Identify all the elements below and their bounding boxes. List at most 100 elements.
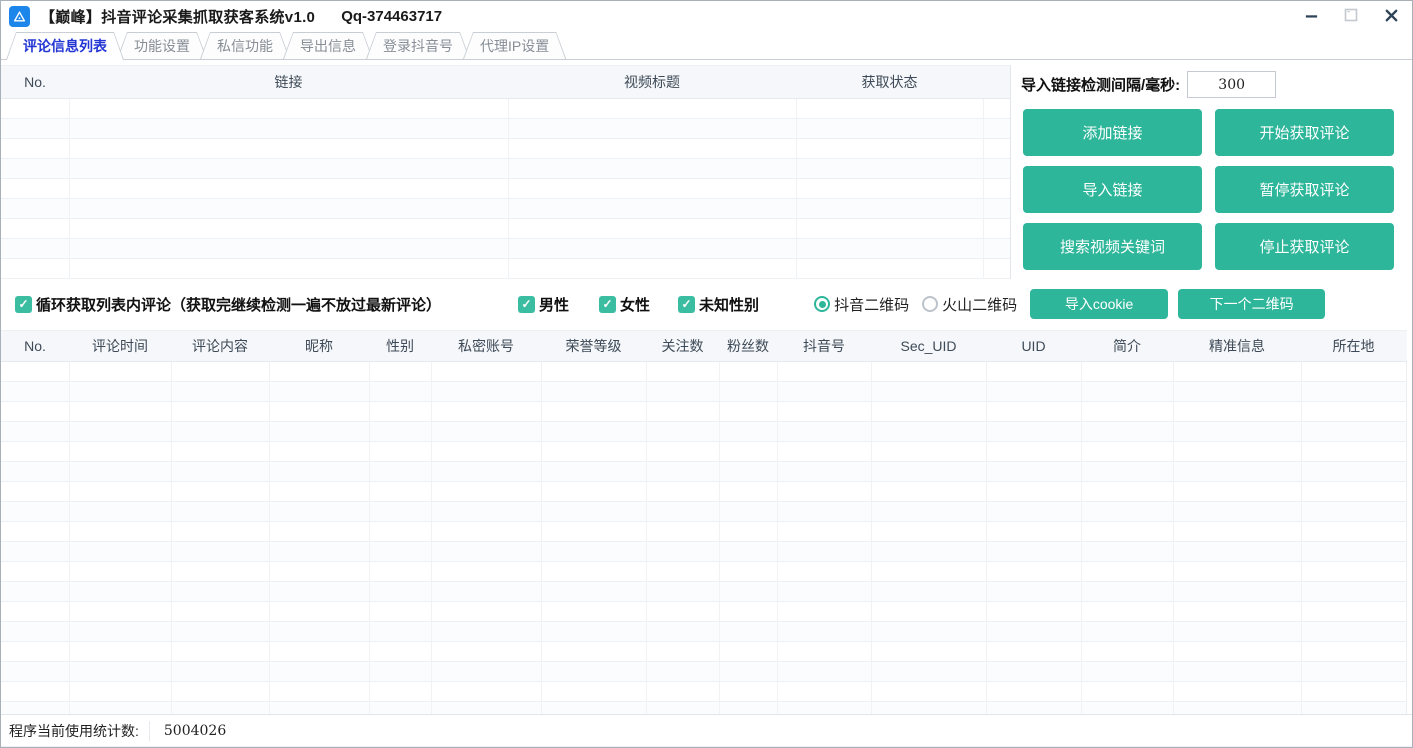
link-table: No.链接视频标题获取状态 bbox=[1, 65, 1011, 279]
grid-line bbox=[777, 362, 778, 714]
column-header: 链接 bbox=[69, 66, 508, 98]
column-header: 私密账号 bbox=[431, 331, 541, 361]
column-header: 评论内容 bbox=[171, 331, 269, 361]
app-window: { "window": { "title": "【巅峰】抖音评论采集抓取获客系统… bbox=[0, 0, 1413, 748]
column-header: 获取状态 bbox=[796, 66, 983, 98]
next-qr-button[interactable]: 下一个二维码 bbox=[1178, 289, 1325, 319]
female-checkbox[interactable]: ✓ 女性 bbox=[599, 294, 650, 315]
link-table-header: No.链接视频标题获取状态 bbox=[1, 66, 1010, 99]
loop-fetch-label: 循环获取列表内评论（获取完继续检测一遍不放过最新评论） bbox=[36, 294, 441, 315]
column-header: Sec_UID bbox=[871, 331, 986, 361]
douyin-qr-radio[interactable]: 抖音二维码 bbox=[814, 294, 909, 315]
tab-label: 登录抖音号 bbox=[383, 36, 453, 56]
grid-line bbox=[796, 99, 797, 279]
radio-unselected-icon[interactable] bbox=[922, 296, 938, 312]
checkbox-checked-icon[interactable]: ✓ bbox=[599, 296, 616, 313]
column-header: 关注数 bbox=[646, 331, 719, 361]
tab-comment-info-list[interactable]: 评论信息列表 bbox=[6, 32, 124, 60]
grid-line bbox=[69, 362, 70, 714]
minimize-icon[interactable] bbox=[1298, 3, 1324, 27]
grid-line bbox=[171, 362, 172, 714]
window-qq-contact: Qq-374463717 bbox=[341, 8, 442, 25]
window-controls bbox=[1298, 3, 1404, 27]
link-table-body[interactable] bbox=[1, 99, 1010, 279]
search-video-keyword-button[interactable]: 搜索视频关键词 bbox=[1023, 223, 1202, 270]
grid-line bbox=[871, 362, 872, 714]
grid-line bbox=[541, 362, 542, 714]
checkbox-checked-icon[interactable]: ✓ bbox=[15, 296, 32, 313]
window-title: 【巅峰】抖音评论采集抓取获客系统v1.0 bbox=[40, 6, 315, 27]
usage-count-label: 程序当前使用统计数: bbox=[9, 721, 139, 741]
checkbox-checked-icon[interactable]: ✓ bbox=[678, 296, 695, 313]
unknown-gender-checkbox[interactable]: ✓ 未知性别 bbox=[678, 294, 759, 315]
import-link-button[interactable]: 导入链接 bbox=[1023, 166, 1202, 213]
column-header: No. bbox=[1, 66, 69, 98]
comment-table-body[interactable] bbox=[1, 362, 1407, 714]
column-header: 视频标题 bbox=[508, 66, 796, 98]
pause-fetch-comments-button[interactable]: 暂停获取评论 bbox=[1215, 166, 1394, 213]
grid-line bbox=[1301, 362, 1302, 714]
tab-label: 评论信息列表 bbox=[23, 36, 107, 56]
add-link-button[interactable]: 添加链接 bbox=[1023, 109, 1202, 156]
usage-count-value: 5004026 bbox=[164, 723, 226, 739]
column-header: UID bbox=[986, 331, 1081, 361]
column-header: 荣誉等级 bbox=[541, 331, 646, 361]
title-bar: 【巅峰】抖音评论采集抓取获客系统v1.0 Qq-374463717 bbox=[1, 1, 1412, 31]
grid-line bbox=[69, 99, 70, 279]
huoshan-qr-radio[interactable]: 火山二维码 bbox=[922, 294, 1017, 315]
tab-login-douyin[interactable]: 登录抖音号 bbox=[366, 32, 470, 59]
app-logo-icon bbox=[9, 6, 30, 27]
tab-export-info[interactable]: 导出信息 bbox=[283, 32, 373, 59]
loop-fetch-checkbox[interactable]: ✓ 循环获取列表内评论（获取完继续检测一遍不放过最新评论） bbox=[15, 294, 441, 315]
unknown-gender-label: 未知性别 bbox=[699, 294, 759, 315]
column-header: 昵称 bbox=[269, 331, 369, 361]
grid-line bbox=[369, 362, 370, 714]
status-divider bbox=[149, 721, 150, 741]
tab-function-settings[interactable]: 功能设置 bbox=[117, 32, 207, 59]
options-row: ✓ 循环获取列表内评论（获取完继续检测一遍不放过最新评论） ✓ 男性 ✓ 女性 … bbox=[1, 279, 1412, 329]
comment-table-header: No.评论时间评论内容昵称性别私密账号荣誉等级关注数粉丝数抖音号Sec_UIDU… bbox=[1, 331, 1407, 362]
column-header: 精准信息 bbox=[1173, 331, 1301, 361]
checkbox-checked-icon[interactable]: ✓ bbox=[518, 296, 535, 313]
grid-line bbox=[1173, 362, 1174, 714]
column-header: 性别 bbox=[369, 331, 431, 361]
tab-bar: 评论信息列表 功能设置 私信功能 导出信息 登录抖音号 代理IP设置 bbox=[1, 32, 1412, 60]
status-bar: 程序当前使用统计数: 5004026 bbox=[1, 714, 1412, 747]
huoshan-qr-label: 火山二维码 bbox=[942, 294, 1017, 315]
grid-line bbox=[983, 99, 984, 279]
tab-label: 代理IP设置 bbox=[480, 36, 549, 56]
grid-line bbox=[719, 362, 720, 714]
tab-private-message[interactable]: 私信功能 bbox=[200, 32, 290, 59]
column-header: 抖音号 bbox=[777, 331, 871, 361]
close-icon[interactable] bbox=[1378, 3, 1404, 27]
column-header: 粉丝数 bbox=[719, 331, 777, 361]
interval-label: 导入链接检测间隔/毫秒: bbox=[1021, 74, 1180, 95]
grid-line bbox=[1081, 362, 1082, 714]
import-cookie-button[interactable]: 导入cookie bbox=[1030, 289, 1168, 319]
grid-line bbox=[986, 362, 987, 714]
comment-table: No.评论时间评论内容昵称性别私密账号荣誉等级关注数粉丝数抖音号Sec_UIDU… bbox=[1, 330, 1407, 714]
maximize-icon[interactable] bbox=[1338, 3, 1364, 27]
radio-selected-icon[interactable] bbox=[814, 296, 830, 312]
grid-line bbox=[508, 99, 509, 279]
column-header: No. bbox=[1, 331, 69, 361]
stop-fetch-comments-button[interactable]: 停止获取评论 bbox=[1215, 223, 1394, 270]
tab-proxy-ip[interactable]: 代理IP设置 bbox=[463, 32, 566, 59]
interval-input[interactable] bbox=[1187, 71, 1276, 98]
male-label: 男性 bbox=[539, 294, 569, 315]
male-checkbox[interactable]: ✓ 男性 bbox=[518, 294, 569, 315]
grid-line bbox=[646, 362, 647, 714]
control-panel: 导入链接检测间隔/毫秒: 添加链接开始获取评论导入链接暂停获取评论搜索视频关键词… bbox=[1011, 63, 1406, 279]
action-buttons: 添加链接开始获取评论导入链接暂停获取评论搜索视频关键词停止获取评论 bbox=[1023, 109, 1394, 270]
tab-label: 导出信息 bbox=[300, 36, 356, 56]
column-header: 简介 bbox=[1081, 331, 1173, 361]
douyin-qr-label: 抖音二维码 bbox=[834, 294, 909, 315]
column-header: 评论时间 bbox=[69, 331, 171, 361]
tab-label: 功能设置 bbox=[134, 36, 190, 56]
tab-label: 私信功能 bbox=[217, 36, 273, 56]
column-header: 所在地 bbox=[1301, 331, 1406, 361]
start-fetch-comments-button[interactable]: 开始获取评论 bbox=[1215, 109, 1394, 156]
grid-line bbox=[431, 362, 432, 714]
grid-line bbox=[269, 362, 270, 714]
female-label: 女性 bbox=[620, 294, 650, 315]
